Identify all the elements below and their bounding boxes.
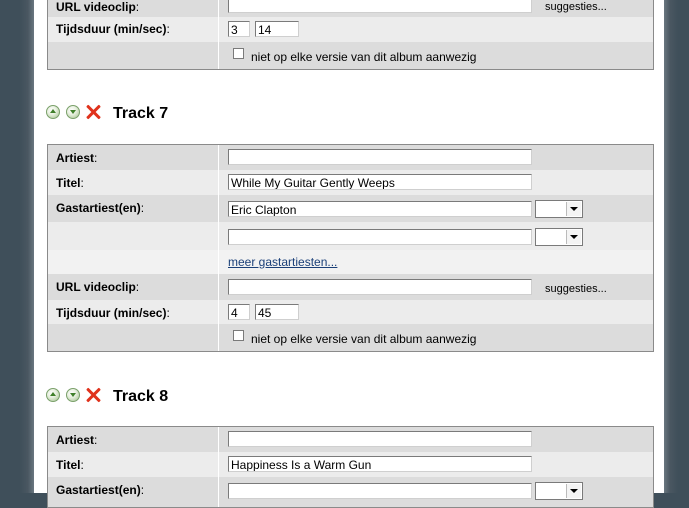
version-row: niet op elke versie van dit album aanwez…: [48, 42, 653, 69]
seconds-input[interactable]: 45: [255, 304, 299, 320]
version-label: niet op elke versie van dit album aanwez…: [251, 50, 477, 64]
more-guests-row: meer gastartiesten...: [48, 250, 653, 274]
duration-row: Tijdsduur (min/sec): 3 14: [48, 17, 653, 42]
title-input[interactable]: Happiness Is a Warm Gun: [228, 456, 532, 472]
more-guests-link[interactable]: meer gastartiesten...: [228, 255, 337, 269]
guest-row-2: [48, 222, 653, 250]
guest-label: Gastartiest(en): [56, 201, 141, 215]
url-input[interactable]: [228, 279, 532, 295]
version-checkbox[interactable]: [233, 330, 244, 341]
guest-label: Gastartiest(en): [56, 483, 141, 497]
duration-label: Tijdsduur (min/sec): [56, 306, 167, 320]
track-8-heading: Track 8: [113, 388, 169, 405]
guest-role-select-2[interactable]: [535, 228, 583, 246]
delete-icon[interactable]: [85, 104, 101, 120]
move-up-icon[interactable]: [46, 388, 60, 402]
track-7-form: Artiest: Titel: While My Guitar Gently W…: [47, 144, 654, 352]
move-up-icon[interactable]: [46, 105, 60, 119]
duration-label: Tijdsduur (min/sec): [56, 22, 167, 36]
title-row: Titel: While My Guitar Gently Weeps: [48, 170, 653, 195]
guest-input-2[interactable]: [228, 229, 532, 245]
artist-label: Artiest: [56, 433, 95, 447]
chevron-down-icon: [566, 202, 581, 216]
title-label: Titel: [56, 176, 81, 190]
seconds-input[interactable]: 14: [255, 21, 299, 37]
url-label: URL videoclip: [56, 0, 136, 14]
guest-row: Gastartiest(en): Eric Clapton: [48, 195, 653, 222]
artist-row: Artiest:: [48, 145, 653, 170]
artist-label: Artiest: [56, 151, 95, 165]
track-8-form: Artiest: Titel: Happiness Is a Warm Gun …: [47, 426, 654, 508]
move-down-icon[interactable]: [66, 105, 80, 119]
guest-input-1[interactable]: Eric Clapton: [228, 201, 532, 217]
version-row: niet op elke versie van dit album aanwez…: [48, 324, 653, 351]
title-input[interactable]: While My Guitar Gently Weeps: [228, 174, 532, 190]
version-checkbox[interactable]: [233, 48, 244, 59]
url-row: URL videoclip: suggesties...: [48, 0, 653, 17]
guest-row: Gastartiest(en):: [48, 477, 653, 507]
track-6-form: URL videoclip: suggesties... Tijdsduur (…: [47, 0, 654, 70]
suggestions-link[interactable]: suggesties...: [545, 283, 607, 295]
url-input[interactable]: [228, 0, 532, 13]
version-label: niet op elke versie van dit album aanwez…: [251, 332, 477, 346]
artist-row: Artiest:: [48, 427, 653, 452]
track-7-heading: Track 7: [113, 105, 169, 122]
artist-input[interactable]: [228, 149, 532, 165]
guest-role-select-1[interactable]: [535, 482, 583, 500]
chevron-down-icon: [566, 484, 581, 498]
suggestions-link[interactable]: suggesties...: [545, 1, 607, 13]
chevron-down-icon: [566, 230, 581, 244]
title-label: Titel: [56, 458, 81, 472]
artist-input[interactable]: [228, 431, 532, 447]
duration-row: Tijdsduur (min/sec): 4 45: [48, 300, 653, 324]
delete-icon[interactable]: [85, 387, 101, 403]
guest-input-1[interactable]: [228, 483, 532, 499]
move-down-icon[interactable]: [66, 388, 80, 402]
guest-role-select-1[interactable]: [535, 200, 583, 218]
url-label: URL videoclip: [56, 280, 136, 294]
minutes-input[interactable]: 3: [228, 21, 250, 37]
title-row: Titel: Happiness Is a Warm Gun: [48, 452, 653, 477]
minutes-input[interactable]: 4: [228, 304, 250, 320]
url-row: URL videoclip: suggesties...: [48, 274, 653, 300]
